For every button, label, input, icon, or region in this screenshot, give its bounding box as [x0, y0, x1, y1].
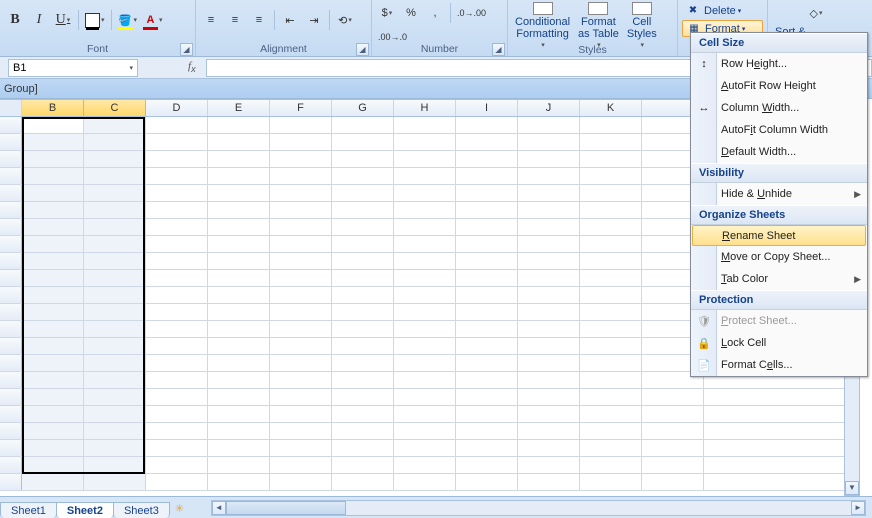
italic-button[interactable]: I	[28, 9, 50, 31]
sheet-tab-2[interactable]: Sheet2	[56, 502, 114, 518]
sheet-tab-1[interactable]: Sheet1	[0, 502, 57, 518]
col-header[interactable]: E	[208, 100, 270, 116]
group-styles: Conditional Formatting Format as Table C…	[508, 0, 678, 56]
delete-icon: ✖	[685, 3, 701, 18]
menu-protect-sheet: 🛡Protect Sheet...	[691, 310, 867, 332]
col-width-icon: ↔	[696, 100, 712, 116]
select-all-corner[interactable]	[0, 100, 22, 116]
lock-icon: 🔒	[696, 335, 712, 351]
submenu-arrow-icon: ▶	[854, 189, 861, 200]
fill-color-button[interactable]: 🪣	[116, 9, 140, 31]
sheet-tab-3[interactable]: Sheet3	[113, 502, 170, 518]
menu-row-height[interactable]: ↕Row Height...	[691, 53, 867, 75]
clear-button[interactable]: ◇	[774, 2, 858, 24]
border-button[interactable]	[83, 9, 107, 31]
menu-autofit-row[interactable]: AutoFit Row Height	[691, 75, 867, 97]
menu-tab-color[interactable]: Tab Color▶	[691, 268, 867, 290]
menu-autofit-col[interactable]: AutoFit Column Width	[691, 119, 867, 141]
col-header[interactable]: H	[394, 100, 456, 116]
col-header[interactable]: F	[270, 100, 332, 116]
col-header[interactable]: G	[332, 100, 394, 116]
menu-move-copy[interactable]: Move or Copy Sheet...	[691, 246, 867, 268]
menu-header-cellsize: Cell Size	[691, 33, 867, 53]
delete-button[interactable]: ✖Delete▾	[682, 2, 763, 19]
col-header[interactable]: C	[84, 100, 146, 116]
submenu-arrow-icon: ▶	[854, 274, 861, 285]
increase-indent-button[interactable]: ⇥	[303, 9, 325, 31]
menu-col-width[interactable]: ↔Column Width...	[691, 97, 867, 119]
decrease-indent-button[interactable]: ⇤	[279, 9, 301, 31]
group-font: B I U 🪣 A Font ◢	[0, 0, 196, 56]
col-header[interactable]: D	[146, 100, 208, 116]
menu-hide-unhide[interactable]: Hide & Unhide▶	[691, 183, 867, 205]
scroll-right-arrow[interactable]: ►	[851, 501, 865, 515]
align-center-button[interactable]: ≡	[224, 9, 246, 31]
percent-button[interactable]: %	[400, 2, 422, 24]
alignment-dialog-launcher[interactable]: ◢	[356, 43, 369, 56]
align-left-button[interactable]: ≡	[200, 9, 222, 31]
menu-header-visibility: Visibility	[691, 163, 867, 183]
accounting-format-button[interactable]: $	[376, 2, 398, 24]
group-number: $ % , .0→.00 .00→.0 Number◢	[372, 0, 508, 56]
increase-decimal-button[interactable]: .0→.00	[455, 2, 488, 24]
scroll-down-arrow[interactable]: ▼	[845, 481, 859, 495]
col-header[interactable]: J	[518, 100, 580, 116]
col-header[interactable]: I	[456, 100, 518, 116]
name-box[interactable]: B1▾	[8, 59, 138, 77]
fx-icon[interactable]: fx	[188, 60, 196, 74]
bold-button[interactable]: B	[4, 9, 26, 31]
menu-rename-sheet[interactable]: Rename Sheet	[692, 225, 866, 246]
protect-icon: 🛡	[696, 313, 712, 329]
comma-button[interactable]: ,	[424, 2, 446, 24]
underline-button[interactable]: U	[52, 9, 74, 31]
menu-header-organize: Organize Sheets	[691, 205, 867, 225]
menu-format-cells[interactable]: 📄Format Cells...	[691, 354, 867, 376]
number-group-label: Number	[421, 43, 458, 55]
orientation-button[interactable]: ⟲	[334, 9, 356, 31]
menu-header-protection: Protection	[691, 290, 867, 310]
menu-default-width[interactable]: Default Width...	[691, 141, 867, 163]
font-color-button[interactable]: A	[141, 9, 165, 31]
font-group-label: Font	[87, 43, 108, 55]
alignment-group-label: Alignment	[260, 43, 307, 55]
row-height-icon: ↕	[696, 56, 712, 72]
col-header[interactable]: B	[22, 100, 84, 116]
horizontal-scrollbar[interactable]: ◄ ►	[211, 500, 866, 516]
scroll-thumb[interactable]	[226, 501, 346, 515]
format-cells-icon: 📄	[696, 357, 712, 373]
insert-sheet-icon[interactable]: ✳	[175, 502, 191, 518]
group-alignment: ≡ ≡ ≡ ⇤ ⇥ ⟲ Alignment ◢	[196, 0, 372, 56]
menu-lock-cell[interactable]: 🔒Lock Cell	[691, 332, 867, 354]
sheet-tab-bar: Sheet1 Sheet2 Sheet3 ✳ ◄ ►	[0, 496, 872, 518]
font-dialog-launcher[interactable]: ◢	[180, 43, 193, 56]
col-header[interactable]: K	[580, 100, 642, 116]
styles-group-label: Styles	[578, 44, 607, 56]
align-right-button[interactable]: ≡	[248, 9, 270, 31]
number-dialog-launcher[interactable]: ◢	[492, 43, 505, 56]
scroll-left-arrow[interactable]: ◄	[212, 501, 226, 515]
format-menu: Cell Size ↕Row Height... AutoFit Row Hei…	[690, 32, 868, 377]
